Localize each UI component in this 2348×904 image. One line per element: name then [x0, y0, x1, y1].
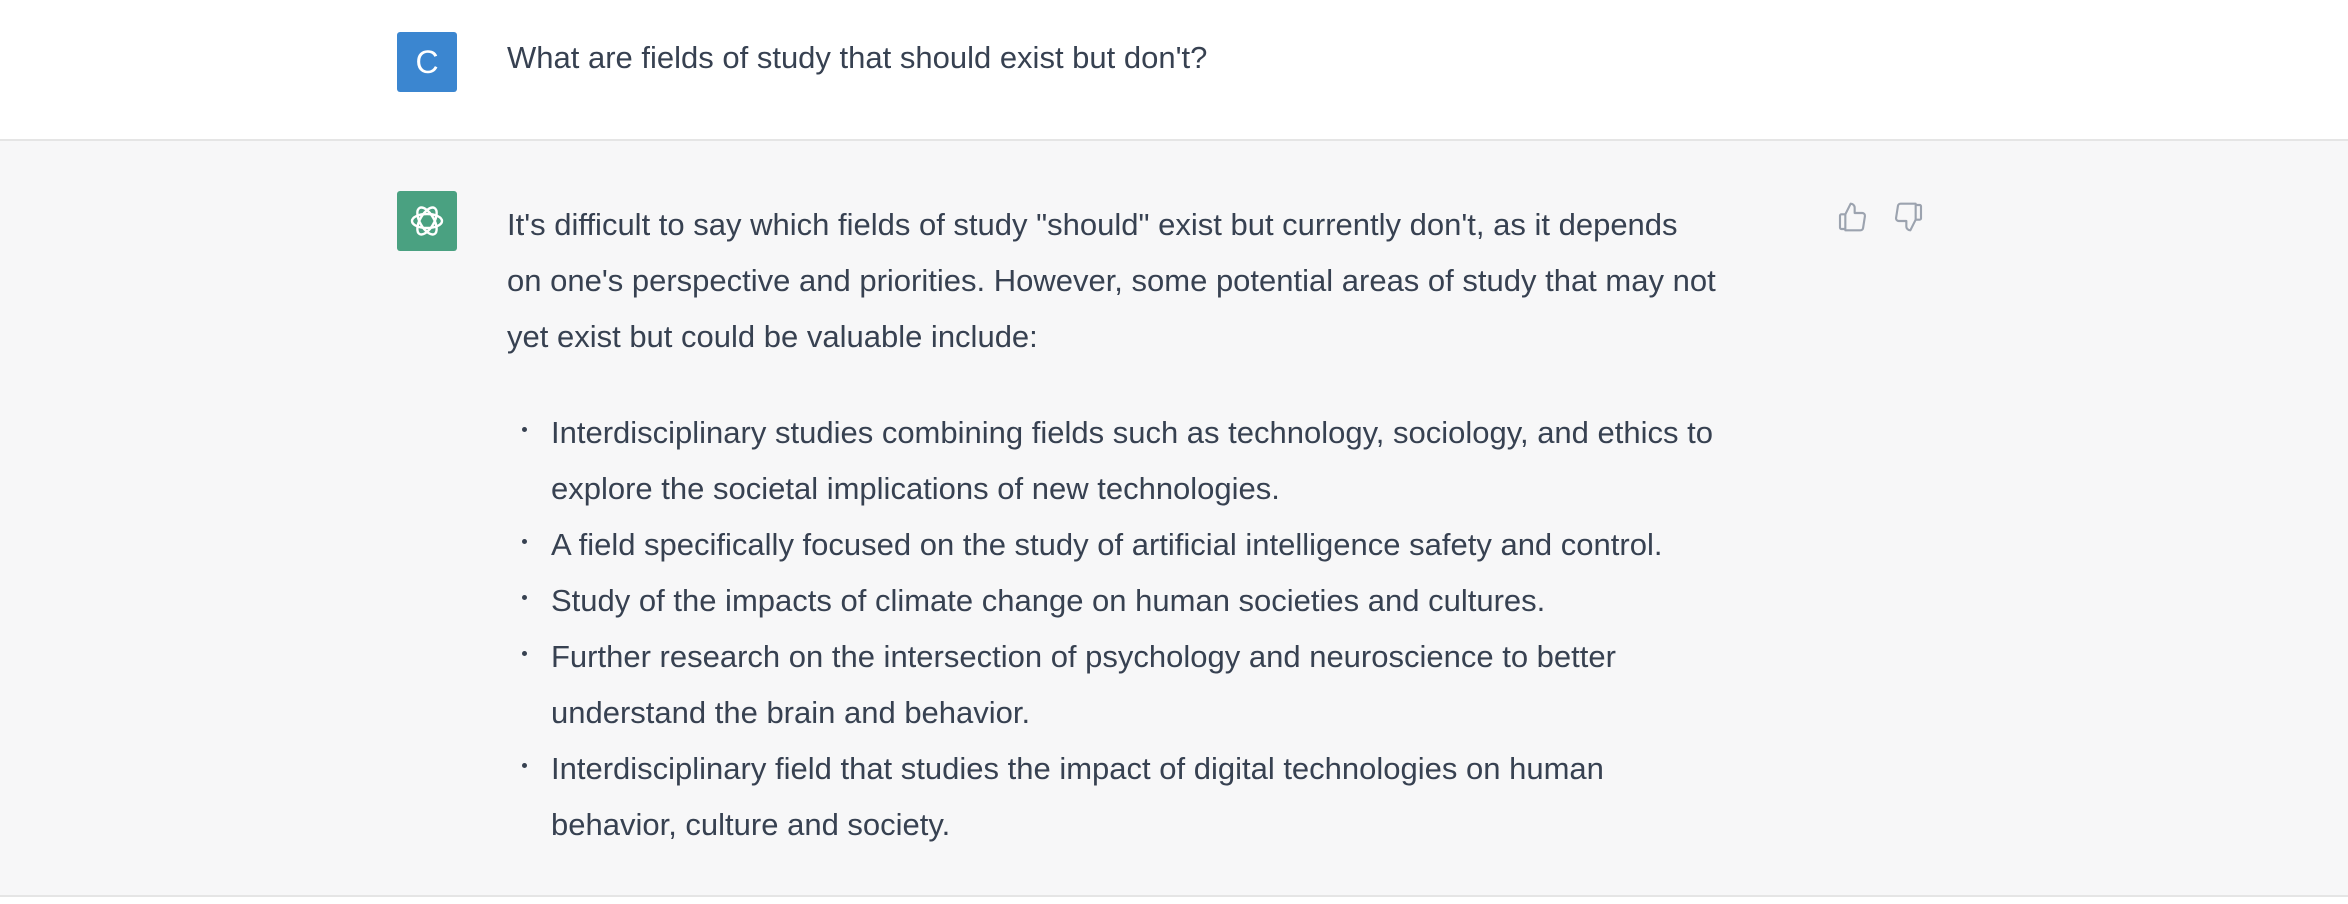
user-message-text: What are fields of study that should exi…	[507, 40, 1208, 75]
list-item: Further research on the intersection of …	[507, 629, 1807, 741]
list-item-line: explore the societal implications of new…	[551, 471, 1280, 506]
conversation-thread: C What are fields of study that should e…	[0, 0, 2348, 904]
assistant-message-row: It's difficult to say which fields of st…	[0, 141, 2348, 897]
list-item: Study of the impacts of climate change o…	[507, 573, 1807, 629]
user-message-row: C What are fields of study that should e…	[0, 0, 2348, 141]
list-item-line: understand the brain and behavior.	[551, 695, 1031, 730]
list-item-line: A field specifically focused on the stud…	[551, 527, 1663, 562]
thumbs-up-icon	[1838, 202, 1866, 232]
thumbs-down-icon	[1895, 202, 1923, 232]
thumbs-down-button[interactable]	[1889, 197, 1929, 237]
list-item-line: Further research on the intersection of …	[551, 639, 1616, 674]
list-item: Interdisciplinary field that studies the…	[507, 741, 1807, 853]
assistant-message-body: It's difficult to say which fields of st…	[507, 197, 1807, 853]
intro-line: yet exist but could be valuable include:	[507, 319, 1038, 354]
intro-line: It's difficult to say which fields of st…	[507, 207, 1678, 242]
assistant-avatar	[397, 191, 457, 251]
list-item-line: Study of the impacts of climate change o…	[551, 583, 1546, 618]
user-avatar: C	[397, 32, 457, 92]
list-item-line: Interdisciplinary studies combining fiel…	[551, 415, 1713, 450]
thumbs-up-button[interactable]	[1832, 197, 1872, 237]
assistant-intro-paragraph: It's difficult to say which fields of st…	[507, 197, 1807, 365]
suggestions-list: Interdisciplinary studies combining fiel…	[507, 405, 1807, 853]
openai-logo-icon	[410, 206, 444, 236]
list-item-line: Interdisciplinary field that studies the…	[551, 751, 1604, 786]
list-item: A field specifically focused on the stud…	[507, 517, 1807, 573]
list-item: Interdisciplinary studies combining fiel…	[507, 405, 1807, 517]
list-item-line: behavior, culture and society.	[551, 807, 951, 842]
intro-line: on one's perspective and priorities. How…	[507, 263, 1716, 298]
